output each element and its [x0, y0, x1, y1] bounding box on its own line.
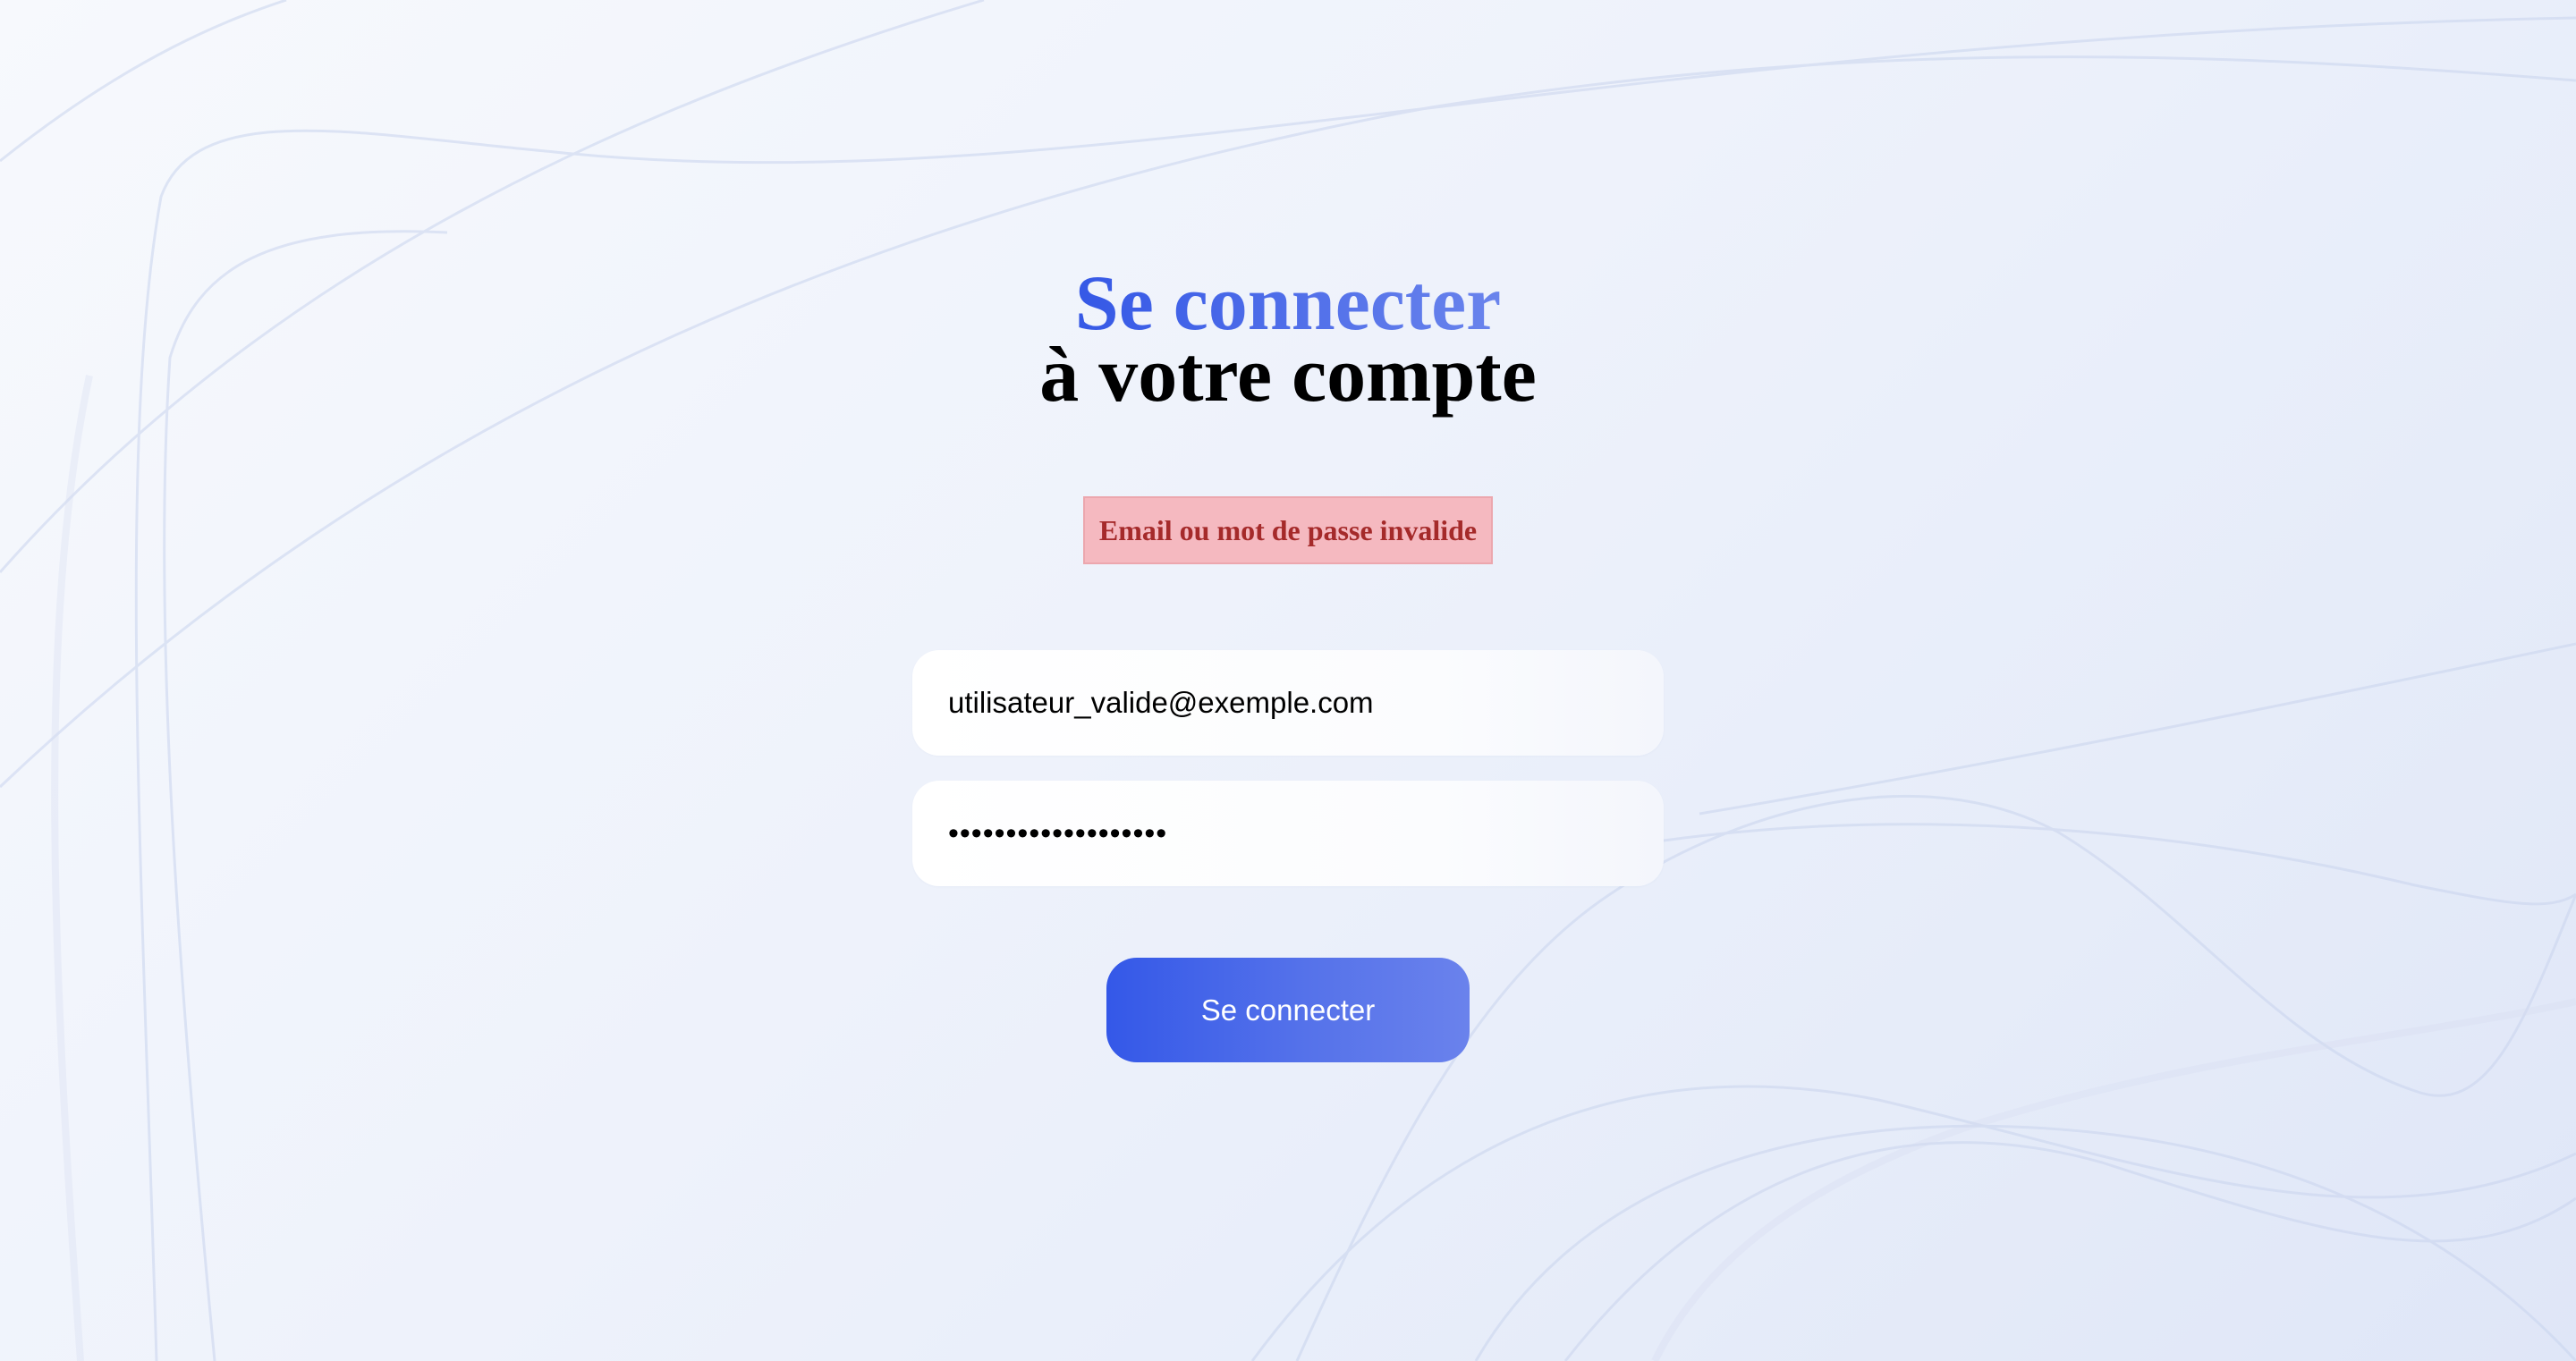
title-highlight: Se connecter [1074, 260, 1502, 347]
email-field-container [912, 650, 1664, 756]
email-field[interactable] [948, 686, 1628, 720]
password-field[interactable] [948, 816, 1628, 851]
error-message: Email ou mot de passe invalide [1082, 496, 1494, 564]
password-field-container [912, 781, 1664, 886]
title-subline: à votre compte [1039, 332, 1537, 418]
login-button[interactable]: Se connecter [1106, 958, 1470, 1062]
login-form: Se connecter à votre compte Email ou mot… [0, 0, 2576, 1361]
error-container: Email ou mot de passe invalide [0, 496, 2576, 564]
page-title: Se connecter à votre compte [0, 260, 2576, 418]
